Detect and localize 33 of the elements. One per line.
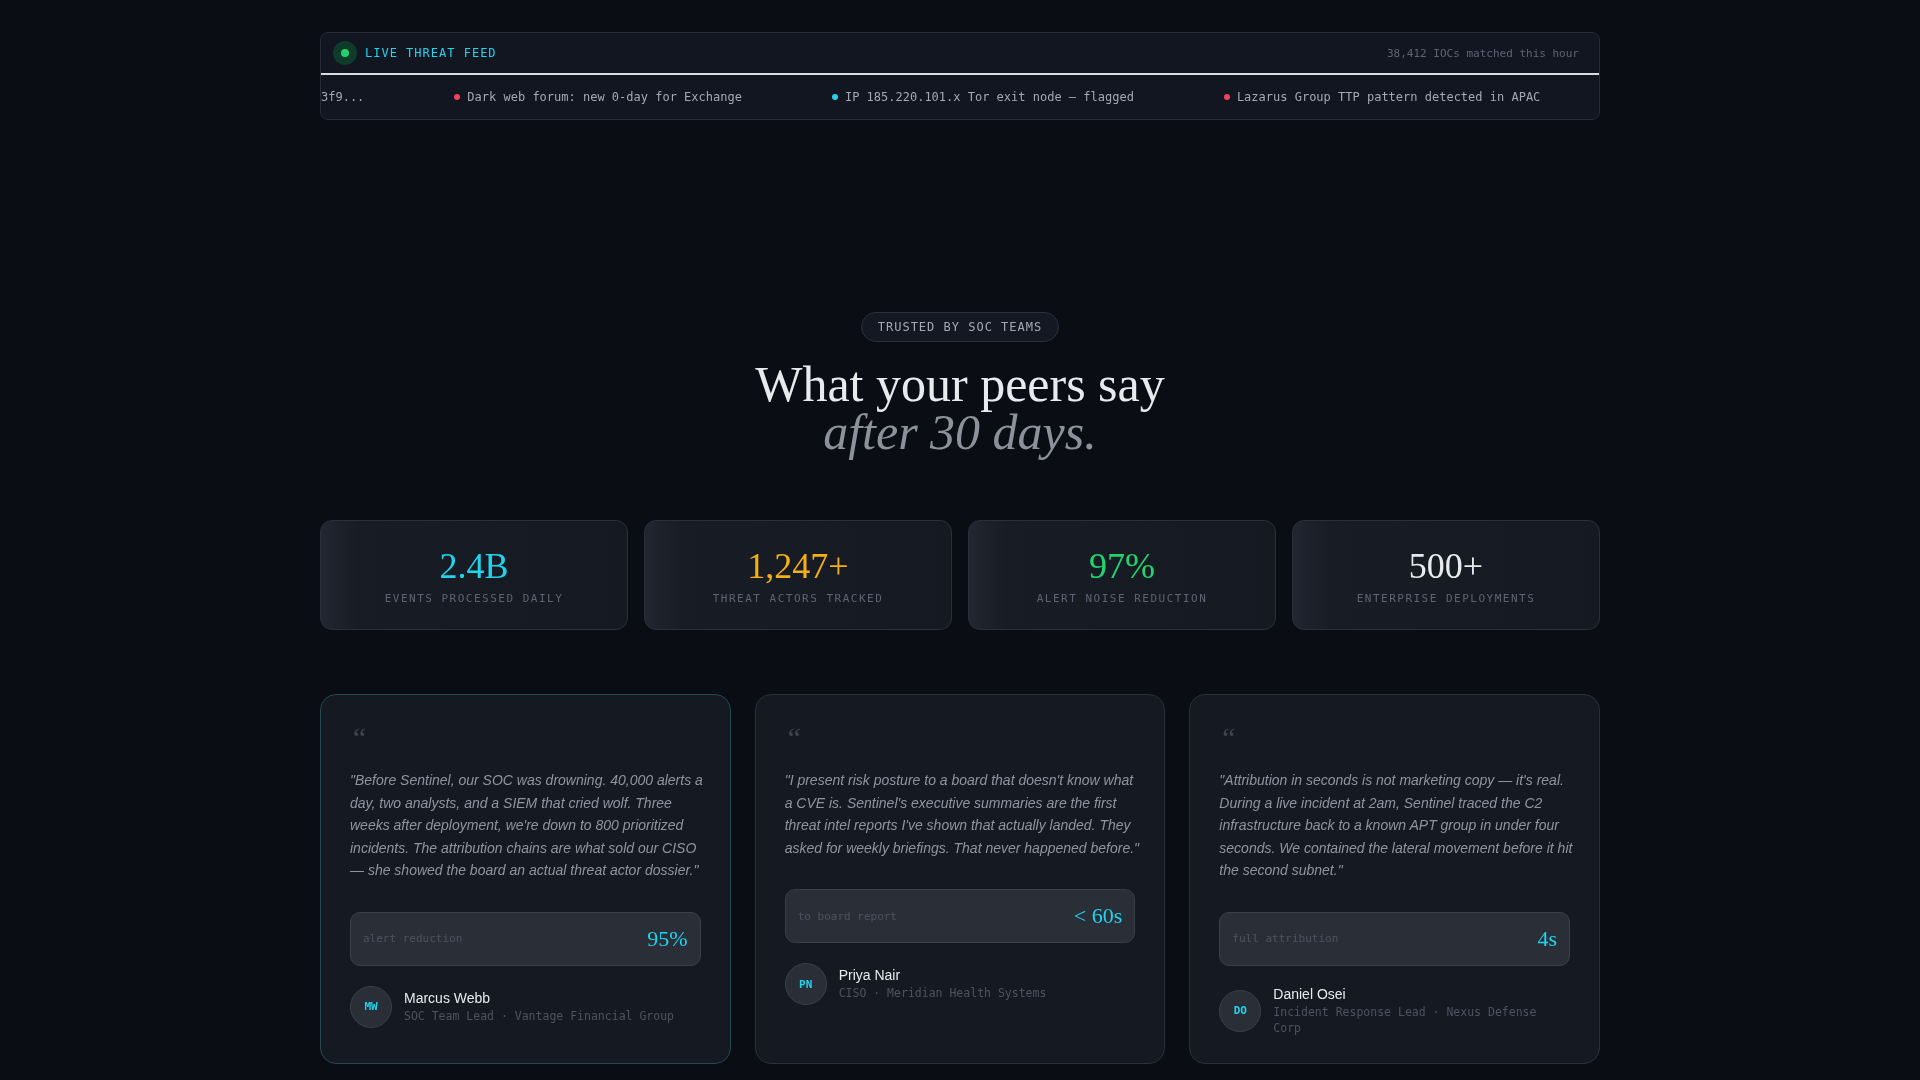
stat-label: EVENTS PROCESSED DAILY (384, 591, 564, 605)
feed-title: LIVE THREAT FEED (365, 46, 497, 60)
metric-value: 4s (1537, 925, 1557, 952)
feed-item: Dark web forum: new 0-day for Exchange (454, 90, 760, 104)
testimonial-quote: "Before Sentinel, our SOC was drowning. 40,000 alerts a day, two analysts, and a SIEM that cried wolf. Three weeks after deployment, we're down to 800 prioritized incidents. The attribution chains are what sold our CISO — she showed the board an actual threat actor dossier." (350, 771, 704, 880)
ioc-count: 38,412 IOCs matched this hour (1386, 46, 1579, 60)
quote-mark: “ (350, 723, 367, 753)
avatar-initials: MW (350, 985, 392, 1028)
author-role: Incident Response Lead · Nexus Defense Corp (1273, 1003, 1538, 1036)
author-name: Marcus Webb (404, 989, 492, 1006)
stat-value: 500+ (1408, 545, 1484, 586)
metric-value: 95% (647, 925, 688, 952)
metric-value: < 60s (1073, 903, 1123, 929)
feed-item: Lazarus Group TTP pattern detected in APAC (1223, 90, 1559, 104)
feed-item: 3f9... (321, 90, 366, 104)
author-role: SOC Team Lead · Vantage Financial Group (404, 1007, 675, 1024)
stat-value: 2.4B (439, 545, 509, 586)
avatar-initials: PN (784, 963, 827, 1005)
feed-item: IP 185.220.101.x Tor exit node — flagged (831, 90, 1152, 104)
stat-label: THREAT ACTORS TRACKED (712, 591, 884, 605)
avatar-initials: DO (1219, 989, 1262, 1032)
quote-mark: “ (1219, 723, 1236, 753)
stat-label: ENTERPRISE DEPLOYMENTS (1356, 591, 1536, 605)
section-badge: TRUSTED BY SOC TEAMS (860, 312, 1060, 342)
testimonial-quote: "Attribution in seconds is not marketing copy — it's real. During a live incident at 2am, Sentinel traced the C2 infrastructure back to a known APT group in under four seconds. We contained the lateral movement before it hit the second subnet." (1219, 771, 1574, 880)
quote-mark: “ (784, 723, 802, 753)
testimonial-quote: "I present risk posture to a board that doesn't know what a CVE is. Sentinel's executive summaries are the first threat intel reports I've shown that actually landed. They asked for weekly briefings. That never happened before." (784, 771, 1141, 858)
stat-value: 1,247+ (747, 545, 849, 586)
author-role: CISO · Meridian Health Systems (838, 985, 1047, 1001)
author-name: Daniel Osei (1273, 985, 1347, 1002)
author-name: Priya Nair (838, 967, 902, 983)
stat-label: ALERT NOISE REDUCTION (1036, 591, 1208, 605)
stat-value: 97% (1089, 545, 1155, 586)
